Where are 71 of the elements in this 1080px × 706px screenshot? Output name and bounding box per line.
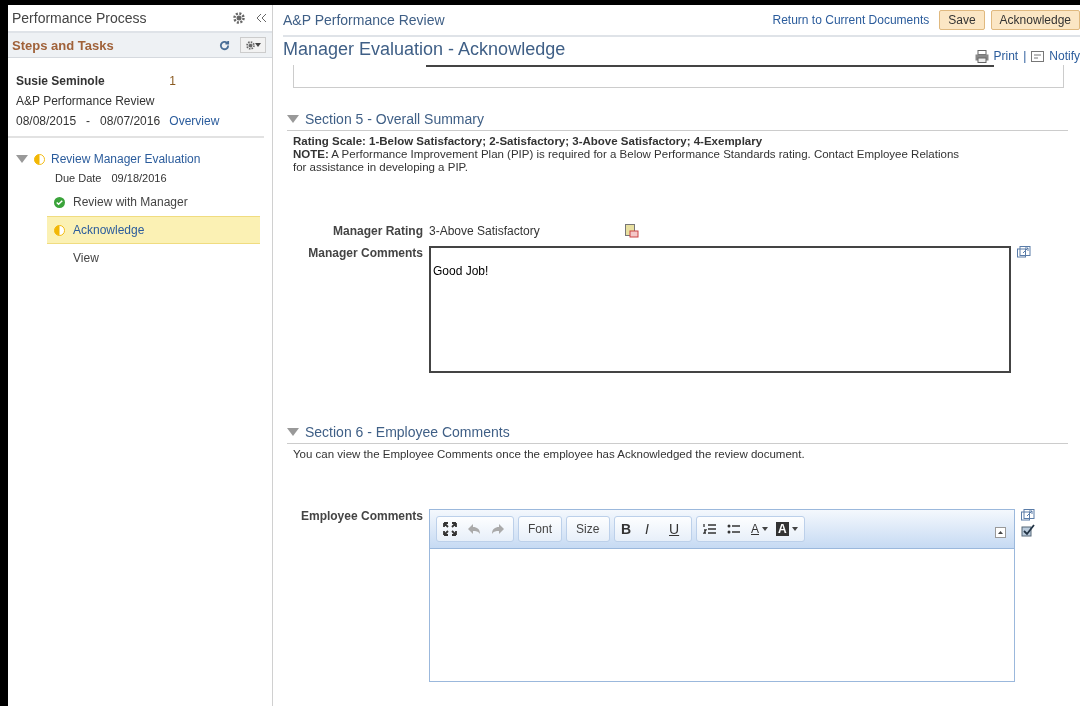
document-title: A&P Performance Review	[16, 94, 155, 108]
bulleted-list-icon	[727, 523, 741, 535]
field-label: Employee Comments	[299, 509, 423, 523]
step-label: Acknowledge	[73, 223, 145, 237]
caret-icon	[762, 527, 768, 531]
section-title: Steps and Tasks	[12, 37, 115, 53]
rating-scale: Rating Scale: 1-Below Satisfactory; 2-Satisfactory; 3-Above Satisfactory; 4-Exemplary	[293, 135, 764, 148]
rich-text-editor[interactable]: Font Size B I U A A	[429, 509, 1015, 682]
maximize-icon	[443, 522, 457, 536]
numbered-list-icon	[703, 523, 717, 535]
settings-icon[interactable]	[233, 12, 245, 24]
expand-icon[interactable]	[1017, 246, 1031, 258]
field-label: Manager Rating	[332, 224, 423, 238]
step-item[interactable]: Review with Manager	[47, 188, 260, 216]
document-title: A&P Performance Review	[283, 12, 446, 28]
check-circle-icon	[54, 196, 65, 208]
redo-icon	[491, 523, 505, 535]
collapse-icon[interactable]	[257, 14, 266, 22]
message-icon[interactable]	[1031, 50, 1045, 62]
employee-name: Susie Seminole	[16, 74, 105, 88]
end-date: 08/07/2016	[100, 114, 161, 128]
actions-menu-button[interactable]	[240, 37, 266, 53]
step-label: View	[73, 251, 99, 265]
printer-icon[interactable]	[974, 49, 989, 63]
action-link[interactable]: Notify	[1049, 49, 1080, 63]
date-separator: -	[86, 114, 91, 128]
sidebar-title: Performance Process	[12, 10, 148, 26]
action-button[interactable]: Save	[939, 10, 985, 30]
page-title: Manager Evaluation - Acknowledge	[283, 39, 567, 60]
collapse-toolbar-icon[interactable]	[995, 527, 1006, 538]
refresh-icon[interactable]	[219, 39, 230, 51]
expand-icon[interactable]	[1021, 509, 1035, 521]
dropdown[interactable]: Size	[570, 518, 606, 540]
italic-button[interactable]: I	[642, 518, 664, 540]
half-circle-icon	[54, 224, 65, 236]
comments-field[interactable]: Good Job!	[429, 246, 1011, 373]
section-title[interactable]: Section 6 - Employee Comments	[305, 424, 510, 440]
note-text: NOTE: A Performance Improvement Plan (PIP) is required for a Below Performance Standards rating. Contact Employee Relations	[293, 148, 961, 161]
background-color-button[interactable]: A	[773, 518, 801, 540]
due-date-label: Due Date	[55, 172, 102, 184]
settings-icon[interactable]	[245, 40, 255, 50]
separator: |	[1023, 49, 1027, 63]
start-date: 08/08/2015	[16, 114, 77, 128]
collapse-triangle-icon[interactable]	[16, 155, 28, 163]
collapse-triangle-icon[interactable]	[287, 428, 299, 436]
caret-icon	[791, 527, 798, 531]
action-link[interactable]: Print	[993, 49, 1019, 63]
dropdown[interactable]: Font	[522, 518, 558, 540]
step-item[interactable]: View	[47, 244, 260, 272]
collapse-triangle-icon[interactable]	[287, 115, 299, 123]
overview-link[interactable]: Overview	[169, 114, 256, 128]
half-circle-icon	[34, 153, 45, 165]
undo-icon	[467, 523, 481, 535]
step-item[interactable]: Acknowledge	[47, 216, 260, 244]
bold-button[interactable]: B	[618, 518, 640, 540]
text-color-button[interactable]: A	[748, 518, 771, 540]
rating-value: 3-Above Satisfactory	[429, 224, 541, 238]
document-icon[interactable]	[625, 224, 639, 238]
count: 1	[169, 74, 176, 88]
due-date: 09/18/2016	[111, 172, 167, 184]
section-title[interactable]: Section 5 - Overall Summary	[305, 111, 484, 127]
caret-icon	[254, 43, 261, 47]
underline-button[interactable]: U	[666, 518, 688, 540]
task-link[interactable]: Review Manager Evaluation	[51, 152, 201, 166]
field-label: Manager Comments	[307, 246, 423, 260]
step-label: Review with Manager	[73, 195, 188, 209]
return-link[interactable]: Return to Current Documents	[772, 13, 930, 27]
spell-check-icon[interactable]	[1021, 523, 1035, 537]
info-text: You can view the Employee Comments once the employee has Acknowledged the review document.	[293, 448, 806, 461]
action-button[interactable]: Acknowledge	[990, 10, 1080, 30]
note-text: for assistance in developing a PIP.	[293, 161, 469, 174]
